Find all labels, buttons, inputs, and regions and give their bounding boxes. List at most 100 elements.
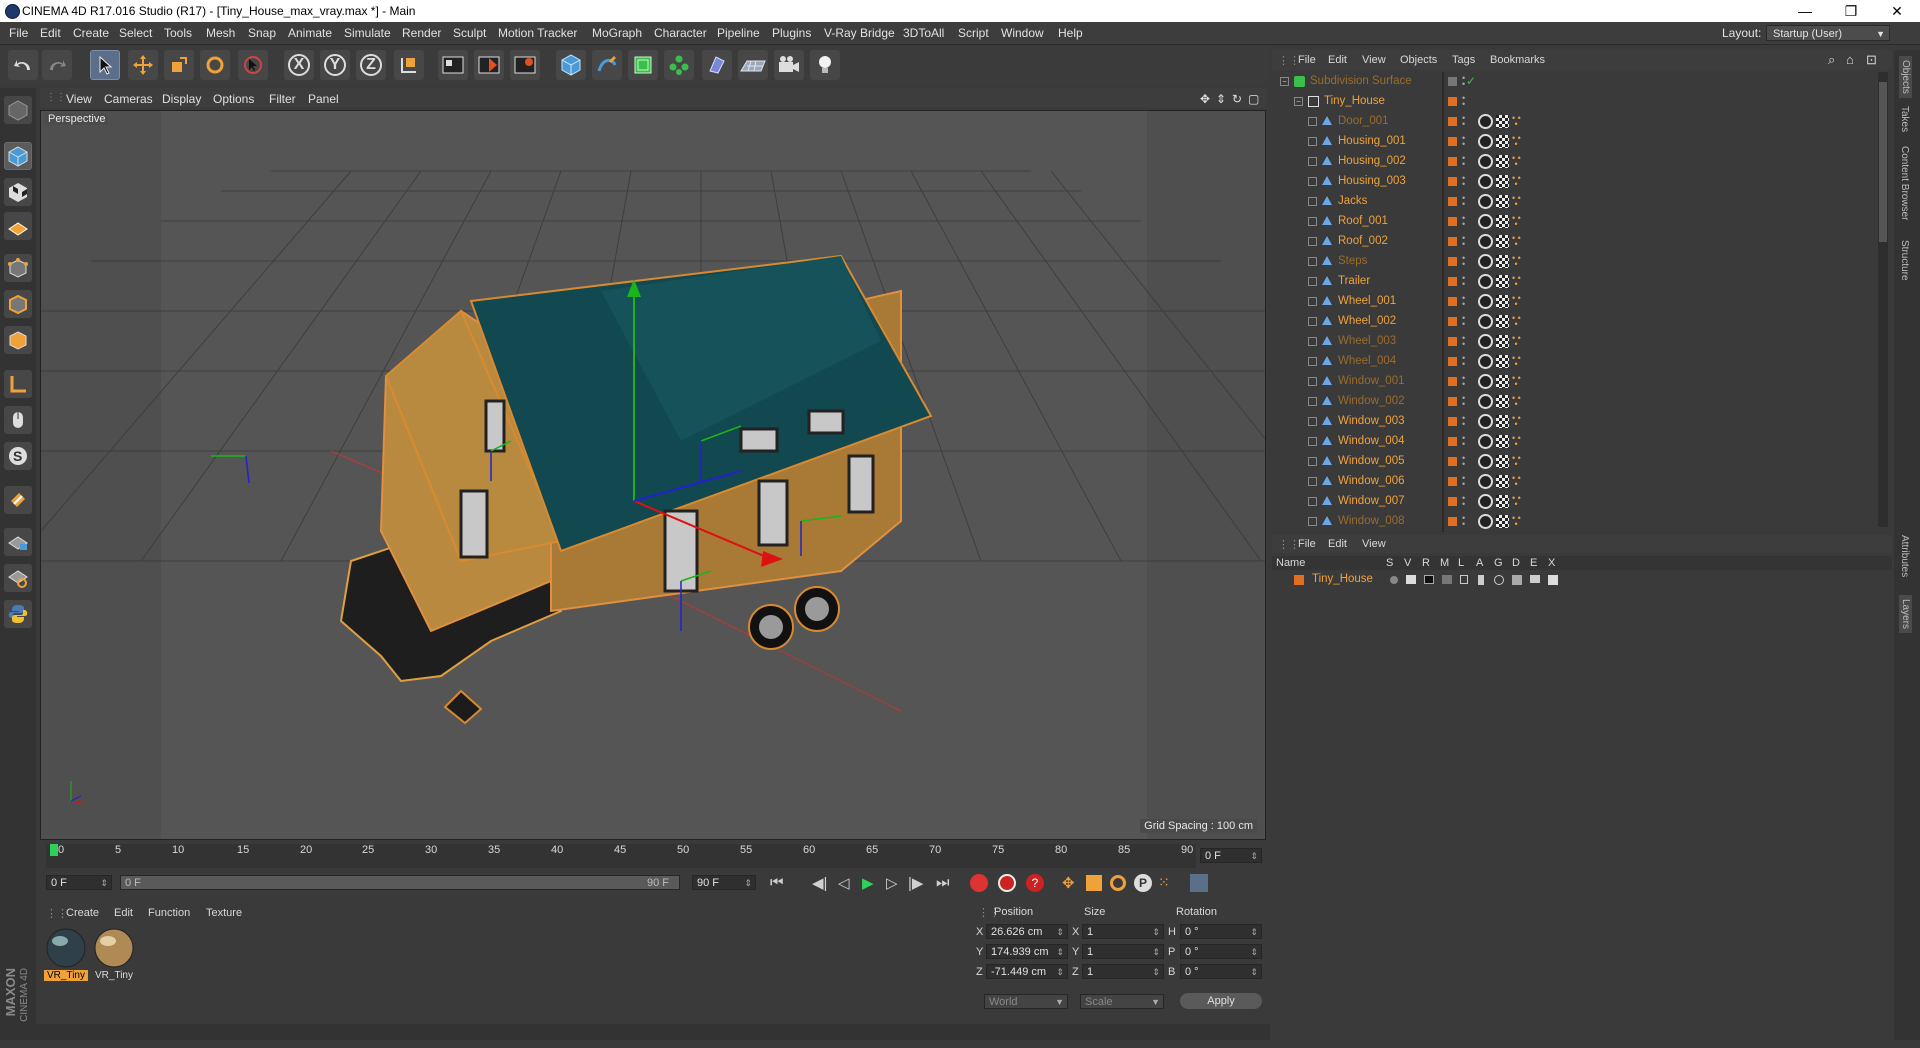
material-menu-function[interactable]: Function	[148, 907, 190, 919]
menu-tools[interactable]: Tools	[164, 26, 192, 40]
objects-menu-objects[interactable]: Objects	[1400, 54, 1437, 66]
autokey-icon[interactable]	[998, 874, 1016, 892]
visibility-dots-icon[interactable]: • •	[1462, 434, 1465, 449]
uvw-tag-icon[interactable]	[1496, 315, 1509, 328]
axis-mode-icon[interactable]	[4, 370, 32, 398]
object-name[interactable]: Housing_001	[1338, 135, 1406, 147]
expand-toggle-icon[interactable]	[1308, 217, 1317, 226]
phong-tag-icon[interactable]: • • •	[1512, 174, 1521, 189]
viewport-menu-view[interactable]: View	[66, 92, 92, 106]
layout-select[interactable]: Startup (User) ▼	[1766, 25, 1890, 41]
tab-takes[interactable]: Takes	[1899, 106, 1910, 132]
menu-character[interactable]: Character	[654, 26, 707, 40]
phong-tag-icon[interactable]: • • •	[1512, 394, 1521, 409]
go-to-start-icon[interactable]: ⏮	[770, 874, 784, 891]
tab-attributes[interactable]: Attributes	[1899, 535, 1910, 577]
menu-create[interactable]: Create	[73, 26, 109, 40]
menu-mograph[interactable]: MoGraph	[592, 26, 642, 40]
object-row[interactable]: Housing_002 • • • • •	[1272, 152, 1876, 172]
phong-tag-icon[interactable]: • • •	[1512, 314, 1521, 329]
lock-toggle-icon[interactable]	[1460, 575, 1468, 584]
workplane-mode-icon[interactable]	[4, 212, 32, 240]
object-row[interactable]: Roof_001 • • • • •	[1272, 212, 1876, 232]
planar-workplane-icon[interactable]	[4, 564, 32, 592]
visibility-dots-icon[interactable]: • •	[1462, 334, 1465, 349]
uvw-tag-icon[interactable]	[1496, 175, 1509, 188]
expand-toggle-icon[interactable]	[1308, 317, 1317, 326]
manager-toggle-icon[interactable]	[1442, 575, 1452, 584]
uvw-tag-icon[interactable]	[1496, 355, 1509, 368]
visibility-dots-icon[interactable]: • •	[1462, 194, 1465, 209]
menu-script[interactable]: Script	[958, 26, 989, 40]
layer-color-icon[interactable]	[1448, 257, 1457, 266]
material-tag-icon[interactable]	[1478, 294, 1493, 309]
size-x-field[interactable]: 1 ⇕	[1082, 924, 1164, 939]
material-tag-icon[interactable]	[1478, 234, 1493, 249]
material-tag-icon[interactable]	[1478, 474, 1493, 489]
layer-color-icon[interactable]	[1448, 397, 1457, 406]
object-row[interactable]: Roof_002 • • • • •	[1272, 232, 1876, 252]
material-tag-icon[interactable]	[1478, 334, 1493, 349]
array-icon[interactable]	[664, 50, 694, 80]
visibility-dots-icon[interactable]: • •	[1462, 114, 1465, 129]
keyframe-selection-icon[interactable]: ?	[1026, 874, 1044, 892]
expand-toggle-icon[interactable]	[1308, 497, 1317, 506]
y-axis-icon[interactable]: Y	[320, 50, 350, 80]
visibility-dots-icon[interactable]: • •	[1462, 254, 1465, 269]
menu-select[interactable]: Select	[119, 26, 152, 40]
make-editable-icon[interactable]	[4, 96, 32, 124]
menu-snap[interactable]: Snap	[248, 26, 276, 40]
object-name[interactable]: Steps	[1338, 255, 1367, 267]
object-row[interactable]: Trailer • • • • •	[1272, 272, 1876, 292]
layers-menu-edit[interactable]: Edit	[1328, 538, 1347, 550]
menu-help[interactable]: Help	[1058, 26, 1083, 40]
uvw-tag-icon[interactable]	[1496, 435, 1509, 448]
uvw-tag-icon[interactable]	[1496, 115, 1509, 128]
uvw-tag-icon[interactable]	[1496, 255, 1509, 268]
menu-mesh[interactable]: Mesh	[206, 26, 235, 40]
live-select-icon[interactable]	[238, 50, 268, 80]
viewport-menu-cameras[interactable]: Cameras	[104, 92, 153, 106]
object-row[interactable]: Wheel_004 • • • • •	[1272, 352, 1876, 372]
phong-tag-icon[interactable]: • • •	[1512, 374, 1521, 389]
layers-menu-file[interactable]: File	[1298, 538, 1316, 550]
visibility-dots-icon[interactable]: • •	[1462, 514, 1465, 529]
home-icon[interactable]: ⌂	[1846, 52, 1854, 67]
object-row[interactable]: Window_005 • • • • •	[1272, 452, 1876, 472]
material-menu-texture[interactable]: Texture	[206, 907, 242, 919]
layer-name[interactable]: Tiny_House	[1312, 573, 1373, 585]
object-name[interactable]: Roof_002	[1338, 235, 1388, 247]
current-frame-field[interactable]: 0 F ⇕	[1200, 848, 1262, 863]
object-name[interactable]: Window_001	[1338, 375, 1404, 387]
object-row[interactable]: Window_007 • • • • •	[1272, 492, 1876, 512]
start-frame-field[interactable]: 0 F ⇕	[46, 875, 112, 890]
edit-render-settings-icon[interactable]	[510, 50, 540, 80]
visibility-dots-icon[interactable]: • •	[1462, 214, 1465, 229]
layer-color-icon[interactable]	[1448, 97, 1457, 106]
layer-color-icon[interactable]	[1448, 277, 1457, 286]
phong-tag-icon[interactable]: • • •	[1512, 334, 1521, 349]
expand-toggle-icon[interactable]	[1308, 397, 1317, 406]
key-pla-icon[interactable]: ⁙	[1158, 874, 1170, 891]
object-row[interactable]: Window_006 • • • • •	[1272, 472, 1876, 492]
uvw-tag-icon[interactable]	[1496, 395, 1509, 408]
play-icon[interactable]: ▶	[862, 874, 874, 892]
timeline-window-icon[interactable]	[1190, 874, 1208, 892]
uvw-tag-icon[interactable]	[1496, 275, 1509, 288]
visibility-dots-icon[interactable]: • •	[1462, 454, 1465, 469]
edges-mode-icon[interactable]	[4, 290, 32, 318]
menu-render[interactable]: Render	[402, 26, 441, 40]
expand-toggle-icon[interactable]	[1308, 277, 1317, 286]
search-icon[interactable]: ⌕	[1828, 52, 1835, 68]
material-tag-icon[interactable]	[1478, 354, 1493, 369]
menu-pipeline[interactable]: Pipeline	[717, 26, 760, 40]
material-menu-edit[interactable]: Edit	[114, 907, 133, 919]
expand-toggle-icon[interactable]: −	[1280, 77, 1289, 86]
object-list-scrollbar[interactable]	[1878, 72, 1888, 527]
layers-menu-view[interactable]: View	[1362, 538, 1386, 550]
select-icon[interactable]	[90, 50, 120, 80]
render-toggle-icon[interactable]	[1424, 575, 1434, 584]
material-tag-icon[interactable]	[1478, 274, 1493, 289]
close-button[interactable]: ✕	[1874, 0, 1920, 22]
material-tag-icon[interactable]	[1478, 194, 1493, 209]
